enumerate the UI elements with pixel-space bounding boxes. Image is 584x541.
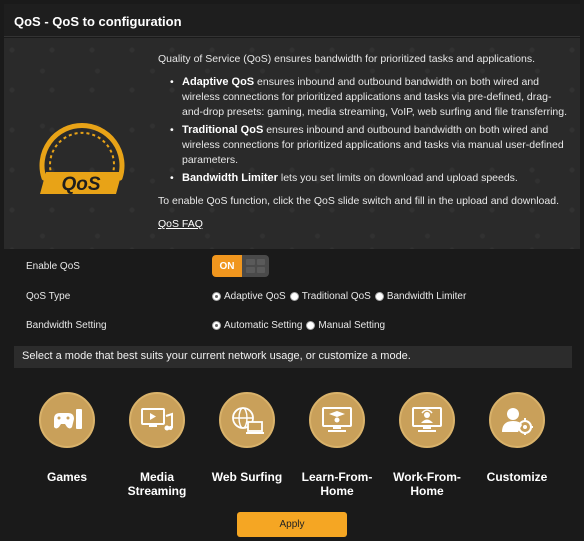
learn-from-home-icon xyxy=(309,392,365,448)
radio-adaptive-qos[interactable]: Adaptive QoS xyxy=(212,291,286,302)
toggle-on-label: ON xyxy=(212,255,242,277)
media-streaming-icon xyxy=(129,392,185,448)
mode-label: Learn-From-Home xyxy=(301,470,373,498)
radio-button[interactable] xyxy=(289,291,299,301)
mode-prompt: Select a mode that best suits your curre… xyxy=(14,346,572,368)
intro-text: Quality of Service (QoS) ensures bandwid… xyxy=(158,52,568,232)
mode-customize[interactable]: Customize xyxy=(472,392,562,484)
radio-bandwidth-limiter[interactable]: Bandwidth Limiter xyxy=(374,290,467,302)
feature-adaptive: Adaptive QoS ensures inbound and outboun… xyxy=(170,75,568,120)
radio-label: Traditional QoS xyxy=(301,290,371,302)
customize-icon xyxy=(489,392,545,448)
mode-web-surfing[interactable]: Web Surfing xyxy=(202,392,292,484)
intro-lead: Quality of Service (QoS) ensures bandwid… xyxy=(158,53,536,65)
enable-qos-label: Enable QoS xyxy=(26,260,80,272)
radio-button[interactable] xyxy=(212,320,221,330)
radio-manual-setting[interactable]: Manual Setting xyxy=(306,320,385,331)
radio-button[interactable] xyxy=(212,291,221,301)
radio-button[interactable] xyxy=(374,291,384,301)
mode-work-from-home[interactable]: Work-From-Home xyxy=(382,392,472,498)
feature-limiter: Bandwidth Limiter lets you set limits on… xyxy=(170,171,568,186)
mode-games[interactable]: Games xyxy=(22,392,112,484)
enable-qos-toggle[interactable]: ON xyxy=(212,255,269,277)
qos-type-radio-group: Adaptive QoS Traditional QoS Bandwidth L… xyxy=(212,291,470,302)
qos-faq-link[interactable]: QoS FAQ xyxy=(158,217,203,232)
bandwidth-radio-group: Automatic Setting Manual Setting xyxy=(212,320,389,331)
gamepad-icon xyxy=(39,392,95,448)
feature-title: Adaptive QoS xyxy=(182,76,255,88)
apply-button[interactable]: Apply xyxy=(237,512,347,537)
radio-label: Adaptive QoS xyxy=(224,290,286,302)
mode-media-streaming[interactable]: Media Streaming xyxy=(112,392,202,498)
mode-label: Customize xyxy=(486,470,548,484)
radio-traditional-qos[interactable]: Traditional QoS xyxy=(289,290,371,302)
feature-title: Bandwidth Limiter xyxy=(182,172,278,184)
qos-settings: Enable QoS ON QoS Type Adaptive QoS Trad… xyxy=(4,252,580,342)
qos-type-label: QoS Type xyxy=(26,290,71,302)
radio-label: Bandwidth Limiter xyxy=(386,290,467,302)
qos-feature-list: Adaptive QoS ensures inbound and outboun… xyxy=(170,75,568,186)
mode-learn-from-home[interactable]: Learn-From-Home xyxy=(292,392,382,498)
feature-traditional: Traditional QoS ensures inbound and outb… xyxy=(170,123,568,168)
mode-label: Games xyxy=(46,470,88,484)
qos-type-row: QoS Type Adaptive QoS Traditional QoS Ba… xyxy=(26,286,470,306)
radio-label: Manual Setting xyxy=(318,319,386,331)
feature-desc: lets you set limits on download and uplo… xyxy=(277,172,518,184)
qos-gauge-logo: QoS xyxy=(39,123,125,195)
mode-label: Media Streaming xyxy=(127,470,187,498)
work-from-home-icon xyxy=(399,392,455,448)
bandwidth-setting-label: Bandwidth Setting xyxy=(26,319,107,331)
mode-label: Web Surfing xyxy=(211,470,283,484)
feature-title: Traditional QoS xyxy=(182,124,264,136)
qos-mode-list: Games Media Streaming Web Surfing Learn-… xyxy=(4,388,580,508)
radio-automatic-setting[interactable]: Automatic Setting xyxy=(212,320,302,331)
web-surfing-icon xyxy=(219,392,275,448)
page-title: QoS - QoS to configuration xyxy=(4,4,580,37)
mode-label: Work-From-Home xyxy=(393,470,461,498)
enable-note: To enable QoS function, click the QoS sl… xyxy=(158,195,559,207)
toggle-knob xyxy=(242,255,269,277)
qos-intro-panel: QoS Quality of Service (QoS) ensures ban… xyxy=(4,38,580,249)
radio-button[interactable] xyxy=(306,320,316,330)
radio-label: Automatic Setting xyxy=(224,319,303,331)
enable-qos-row: Enable QoS ON xyxy=(26,255,269,277)
logo-text: QoS xyxy=(61,174,100,195)
bandwidth-setting-row: Bandwidth Setting Automatic Setting Manu… xyxy=(26,315,389,335)
